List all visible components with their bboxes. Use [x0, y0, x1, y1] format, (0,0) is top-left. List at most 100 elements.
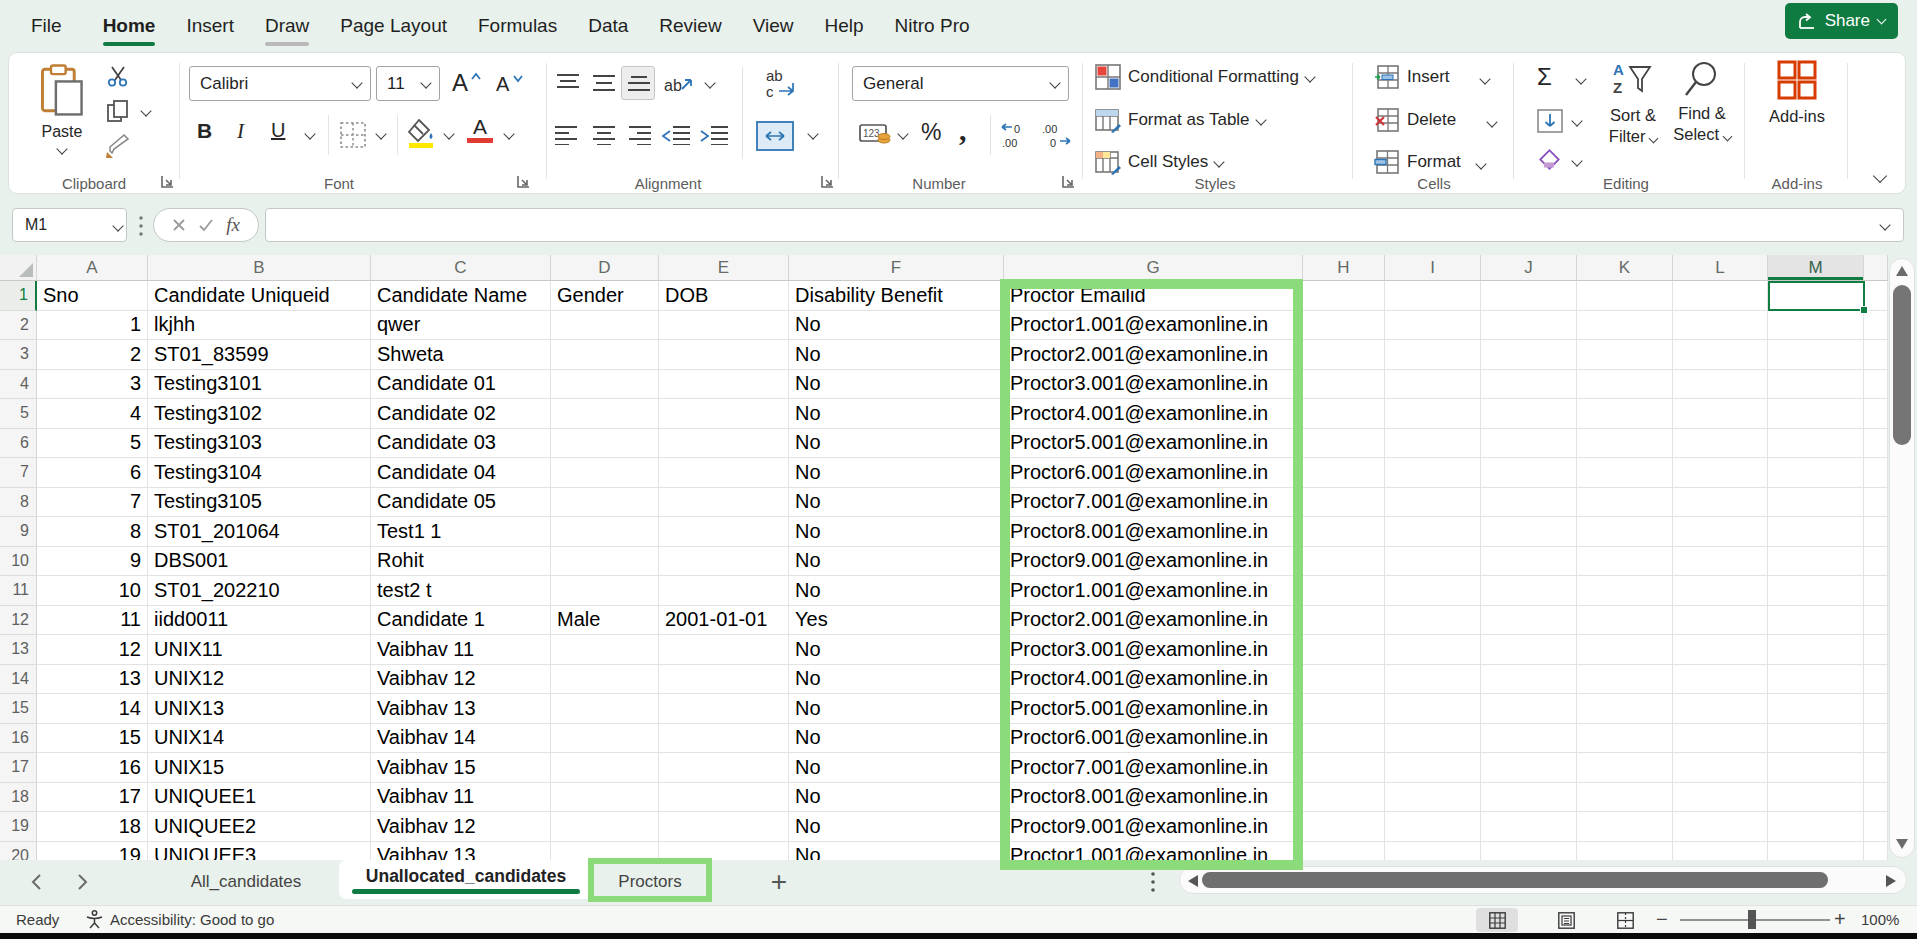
cell-L8[interactable]	[1673, 488, 1768, 518]
orientation-button[interactable]: ab	[664, 71, 694, 97]
cell-C13[interactable]: Vaibhav 11	[371, 635, 551, 665]
cell-L7[interactable]	[1673, 458, 1768, 488]
cell-x13[interactable]	[1864, 635, 1888, 665]
cell-C1[interactable]: Candidate Name	[371, 281, 551, 311]
cell-M4[interactable]	[1768, 370, 1864, 400]
cell-E7[interactable]	[659, 458, 789, 488]
cell-D7[interactable]	[551, 458, 659, 488]
insert-cells-chevron-icon[interactable]	[1479, 73, 1490, 84]
view-page-layout-button[interactable]	[1545, 908, 1587, 932]
cell-K9[interactable]	[1577, 517, 1673, 547]
cell-C6[interactable]: Candidate 03	[371, 429, 551, 459]
cell-I18[interactable]	[1385, 783, 1481, 813]
wrap-text-icon[interactable]: abc	[765, 67, 799, 99]
cell-J7[interactable]	[1481, 458, 1577, 488]
cell-J1[interactable]	[1481, 281, 1577, 311]
cell-L1[interactable]	[1673, 281, 1768, 311]
cell-J17[interactable]	[1481, 753, 1577, 783]
row-header-13[interactable]: 13	[0, 635, 37, 665]
new-sheet-button[interactable]: +	[766, 862, 792, 902]
vertical-scrollbar-thumb[interactable]	[1893, 285, 1911, 445]
align-bottom-button-selected[interactable]	[621, 66, 655, 100]
cell-D1[interactable]: Gender	[551, 281, 659, 311]
row-header-10[interactable]: 10	[0, 547, 37, 577]
cell-J9[interactable]	[1481, 517, 1577, 547]
cell-K12[interactable]	[1577, 606, 1673, 636]
cell-x5[interactable]	[1864, 399, 1888, 429]
name-box[interactable]: M1	[12, 208, 127, 242]
cell-M11[interactable]	[1768, 576, 1864, 606]
format-cells-chevron-icon[interactable]	[1475, 158, 1486, 169]
cell-K7[interactable]	[1577, 458, 1673, 488]
cell-B18[interactable]: UNIQUEE1	[148, 783, 371, 813]
horizontal-scrollbar-thumb[interactable]	[1202, 872, 1828, 888]
formula-bar-input[interactable]	[265, 208, 1904, 242]
cell-x2[interactable]	[1864, 311, 1888, 341]
cell-M13[interactable]	[1768, 635, 1864, 665]
row-header-16[interactable]: 16	[0, 724, 37, 754]
cell-D2[interactable]	[551, 311, 659, 341]
cell-A5[interactable]: 4	[37, 399, 148, 429]
borders-chevron-icon[interactable]	[375, 128, 386, 139]
cell-E4[interactable]	[659, 370, 789, 400]
clear-icon[interactable]	[1535, 149, 1563, 175]
cell-x14[interactable]	[1864, 665, 1888, 695]
cell-M7[interactable]	[1768, 458, 1864, 488]
menu-tab-help[interactable]: Help	[824, 15, 863, 37]
row-header-18[interactable]: 18	[0, 783, 37, 813]
cell-I5[interactable]	[1385, 399, 1481, 429]
column-header-B[interactable]: B	[148, 255, 371, 281]
cell-A17[interactable]: 16	[37, 753, 148, 783]
cell-B6[interactable]: Testing3103	[148, 429, 371, 459]
row-header-19[interactable]: 19	[0, 812, 37, 842]
column-header-H[interactable]: H	[1303, 255, 1385, 281]
select-all-corner[interactable]	[0, 255, 37, 281]
cell-F2[interactable]: No	[789, 311, 1004, 341]
number-format-combo[interactable]: General	[852, 66, 1069, 101]
menu-tab-data[interactable]: Data	[588, 15, 628, 37]
cell-K2[interactable]	[1577, 311, 1673, 341]
cell-K18[interactable]	[1577, 783, 1673, 813]
cell-A3[interactable]: 2	[37, 340, 148, 370]
cell-H14[interactable]	[1303, 665, 1385, 695]
cell-J11[interactable]	[1481, 576, 1577, 606]
sheet-tab-all_candidates[interactable]: All_candidates	[191, 872, 302, 892]
cell-K8[interactable]	[1577, 488, 1673, 518]
cell-D19[interactable]	[551, 812, 659, 842]
cell-J18[interactable]	[1481, 783, 1577, 813]
column-header-partial[interactable]	[1864, 255, 1888, 281]
cell-M6[interactable]	[1768, 429, 1864, 459]
zoom-slider-thumb[interactable]	[1748, 910, 1756, 929]
cell-K5[interactable]	[1577, 399, 1673, 429]
cell-F10[interactable]: No	[789, 547, 1004, 577]
font-name-combo[interactable]: Calibri	[189, 66, 371, 101]
sort-filter-button[interactable]: AZ Sort &Filter	[1605, 59, 1661, 147]
cell-H4[interactable]	[1303, 370, 1385, 400]
cell-M14[interactable]	[1768, 665, 1864, 695]
font-size-combo[interactable]: 11	[376, 66, 440, 101]
cell-D18[interactable]	[551, 783, 659, 813]
cell-B11[interactable]: ST01_202210	[148, 576, 371, 606]
cell-F14[interactable]: No	[789, 665, 1004, 695]
font-color-button[interactable]: A	[467, 117, 493, 143]
cell-B8[interactable]: Testing3105	[148, 488, 371, 518]
cell-A19[interactable]: 18	[37, 812, 148, 842]
cell-C7[interactable]: Candidate 04	[371, 458, 551, 488]
cell-L2[interactable]	[1673, 311, 1768, 341]
cell-I12[interactable]	[1385, 606, 1481, 636]
cell-A2[interactable]: 1	[37, 311, 148, 341]
menu-tab-page-layout[interactable]: Page Layout	[340, 15, 447, 37]
cell-K1[interactable]	[1577, 281, 1673, 311]
cell-B1[interactable]: Candidate Uniqueid	[148, 281, 371, 311]
cell-C20[interactable]: Vaibhav 13	[371, 842, 551, 861]
column-header-L[interactable]: L	[1673, 255, 1768, 281]
cell-x4[interactable]	[1864, 370, 1888, 400]
menu-tab-view[interactable]: View	[753, 15, 794, 37]
paste-button[interactable]: Paste	[32, 63, 92, 153]
cell-B12[interactable]: iidd0011	[148, 606, 371, 636]
row-header-14[interactable]: 14	[0, 665, 37, 695]
cell-C18[interactable]: Vaibhav 11	[371, 783, 551, 813]
cell-C17[interactable]: Vaibhav 15	[371, 753, 551, 783]
cell-C4[interactable]: Candidate 01	[371, 370, 551, 400]
align-left-icon[interactable]	[554, 125, 578, 145]
